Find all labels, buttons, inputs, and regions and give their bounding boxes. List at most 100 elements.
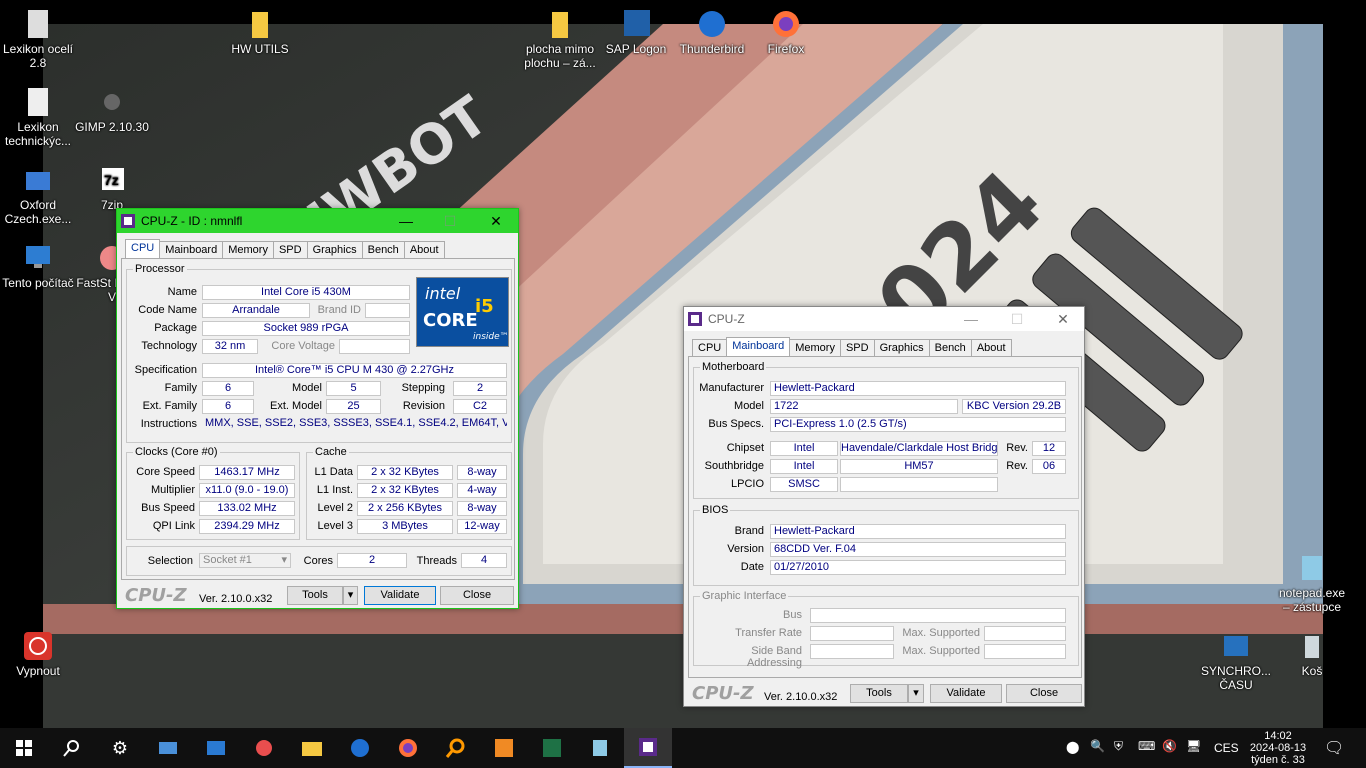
7zip-icon: 7z [102, 168, 124, 190]
cpuz-window-cpu: CPU-Z - ID : nmnlfl — ☐ ✕ CPU Mainboard … [116, 208, 519, 609]
bios-brand-value: Hewlett-Packard [770, 524, 1066, 539]
desktop-icon-7zip[interactable]: 7z 7zip [74, 164, 150, 212]
tab-bench[interactable]: Bench [928, 339, 972, 356]
window-title: CPU-Z [708, 312, 745, 326]
tools-button[interactable]: Tools [287, 586, 343, 605]
desktop-icon-recycle-bin[interactable]: Koš [1274, 630, 1350, 678]
language-indicator[interactable]: CES [1214, 741, 1239, 755]
taskbar-file-explorer-icon[interactable] [288, 728, 336, 768]
tray-antivirus-icon[interactable]: ⬤ [1066, 740, 1079, 754]
tray-search-icon[interactable]: 🔍 [1090, 739, 1105, 753]
desktop-icon-hw-utils[interactable]: HW UTILS [222, 8, 298, 56]
stepping-label: Stepping [401, 382, 445, 394]
desktop-icon-lexikon-technickych[interactable]: Lexikon technickýc... [0, 86, 76, 148]
version-text: Ver. 2.10.0.x32 [199, 593, 273, 605]
desktop-icon-this-pc[interactable]: Tento počítač [0, 242, 76, 290]
model-value: 5 [326, 381, 381, 396]
chipset-label: Chipset [726, 442, 764, 454]
desktop-icon-shutdown[interactable]: Vypnout [0, 630, 76, 678]
socket-select[interactable]: Socket #1 ▾ [199, 553, 291, 568]
tab-spd[interactable]: SPD [272, 241, 308, 258]
tab-mainboard[interactable]: Mainboard [726, 337, 791, 356]
tools-dropdown-button[interactable]: ▾ [908, 684, 924, 703]
tray-network-icon[interactable]: 🖥 [1186, 739, 1201, 753]
taskbar-search-app-icon[interactable] [432, 728, 480, 768]
close-button[interactable]: Close [440, 586, 514, 605]
desktop-icon-firefox[interactable]: Firefox [748, 8, 824, 56]
desktop-icon-notepad[interactable]: notepad.exe – zástupce [1274, 552, 1350, 614]
minimize-button[interactable]: — [956, 309, 986, 329]
taskbar-paint-app-icon[interactable] [240, 728, 288, 768]
maximize-button[interactable]: ☐ [1002, 309, 1032, 329]
taskbar-network-app-icon[interactable] [144, 728, 192, 768]
tab-bench[interactable]: Bench [361, 241, 405, 258]
desktop-icon-gimp[interactable]: GIMP 2.10.30 [74, 86, 150, 134]
bios-version-label: Version [727, 543, 764, 555]
chevron-down-icon: ▾ [347, 589, 354, 601]
threads-value: 4 [461, 553, 507, 568]
tray-security-icon[interactable]: ⛨ [1114, 739, 1123, 754]
tab-about[interactable]: About [403, 241, 445, 258]
l1-data-value: 2 x 32 KBytes [357, 465, 453, 480]
taskbar-cpuz-icon[interactable] [624, 728, 672, 768]
desktop-icon-synchro[interactable]: SYNCHRO... ČASU [1198, 630, 1274, 692]
gi-sba-max-label: Max. Supported [902, 645, 980, 657]
desktop-icon-lexikon-oceli[interactable]: Lexikon ocelí 2.8 [0, 8, 76, 70]
window-title: CPU-Z - ID : nmnlfl [141, 214, 243, 228]
tab-pane: Processor Name Intel Core i5 430M Code N… [121, 258, 515, 580]
close-window-button[interactable]: ✕ [481, 211, 511, 231]
close-window-button[interactable]: ✕ [1048, 309, 1078, 329]
bus-specs-value: PCI-Express 1.0 (2.5 GT/s) [770, 417, 1066, 432]
chipset-vendor-value: Intel [770, 441, 838, 456]
kbc-version-value: KBC Version 29.2B [962, 399, 1066, 414]
tab-about[interactable]: About [970, 339, 1012, 356]
title-bar[interactable]: CPU-Z - ID : nmnlfl — ☐ ✕ [117, 209, 518, 233]
taskbar-remote-app-icon[interactable] [192, 728, 240, 768]
taskbar-excel-icon[interactable] [528, 728, 576, 768]
start-button[interactable] [0, 728, 48, 768]
tools-button[interactable]: Tools [850, 684, 908, 703]
family-value: 6 [202, 381, 254, 396]
tray-volume-muted-icon[interactable]: 🔇 [1162, 739, 1177, 753]
tray-input-icon[interactable]: ⌨ [1138, 739, 1155, 753]
desktop-icon-sap-logon[interactable]: SAP Logon [598, 8, 674, 56]
taskbar-firefox-icon[interactable] [384, 728, 432, 768]
taskbar-notepad-icon[interactable] [576, 728, 624, 768]
tab-graphics[interactable]: Graphics [873, 339, 930, 356]
close-button[interactable]: Close [1006, 684, 1082, 703]
settings-gear-icon[interactable]: ⚙ [96, 728, 144, 768]
validate-button[interactable]: Validate [364, 586, 436, 605]
document-icon [28, 88, 48, 116]
tab-memory[interactable]: Memory [222, 241, 274, 258]
tab-cpu[interactable]: CPU [692, 339, 728, 356]
gi-bus-value [810, 608, 1066, 623]
validate-button[interactable]: Validate [930, 684, 1002, 703]
desktop-icon-thunderbird[interactable]: Thunderbird [674, 8, 750, 56]
maximize-button[interactable]: ☐ [435, 211, 465, 231]
qpi-link-value: 2394.29 MHz [199, 519, 295, 534]
search-icon[interactable] [48, 728, 96, 768]
tab-mainboard[interactable]: Mainboard [159, 241, 224, 258]
taskbar-thunderbird-icon[interactable] [336, 728, 384, 768]
l1-inst-assoc: 4-way [457, 483, 507, 498]
tools-dropdown-button[interactable]: ▾ [343, 586, 358, 605]
tab-graphics[interactable]: Graphics [306, 241, 363, 258]
tab-memory[interactable]: Memory [789, 339, 841, 356]
clock[interactable]: 14:02 2024-08-13 týden č. 33 [1244, 730, 1312, 766]
specification-label: Specification [134, 364, 197, 376]
tab-spd[interactable]: SPD [839, 339, 875, 356]
desktop-icon-oxford[interactable]: Oxford Czech.exe... [0, 164, 76, 226]
revision-value: C2 [453, 399, 507, 414]
core-speed-value: 1463.17 MHz [199, 465, 295, 480]
multiplier-label: Multiplier [150, 484, 195, 496]
title-bar[interactable]: CPU-Z — ☐ ✕ [684, 307, 1084, 331]
manufacturer-value: Hewlett-Packard [770, 381, 1066, 396]
notification-icon[interactable]: 🗨 [1324, 738, 1344, 758]
taskbar-pdf-app-icon[interactable] [480, 728, 528, 768]
desktop-icon-plocha[interactable]: plocha mimo plochu – zá... [522, 8, 598, 70]
cpuz-app-icon [121, 214, 135, 228]
gi-transfer-rate-label: Transfer Rate [735, 627, 802, 639]
tab-cpu[interactable]: CPU [125, 239, 161, 258]
minimize-button[interactable]: — [391, 211, 421, 231]
gi-bus-label: Bus [783, 609, 802, 621]
